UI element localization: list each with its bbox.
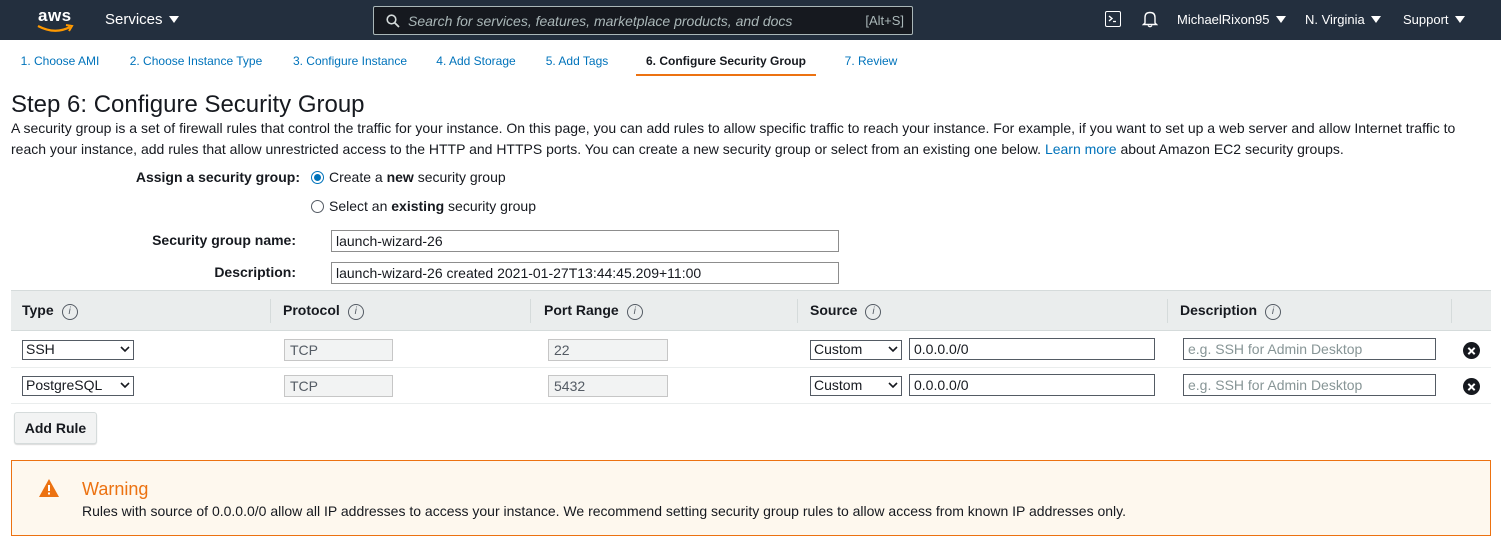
- chevron-down-icon: [120, 346, 130, 353]
- bell-icon[interactable]: [1142, 10, 1158, 28]
- type-select[interactable]: PostgreSQL: [22, 376, 134, 396]
- source-cidr-input[interactable]: [909, 338, 1155, 360]
- info-icon[interactable]: i: [61, 304, 78, 320]
- caret-down-icon: [168, 16, 179, 23]
- top-nav-bar: aws Services [Alt+S] MichaelRixon95 N. V…: [0, 0, 1501, 40]
- warning-alert: Warning Rules with source of 0.0.0.0/0 a…: [11, 460, 1491, 536]
- support-label: Support: [1403, 12, 1449, 27]
- header-divider[interactable]: [530, 299, 531, 323]
- header-description: Description i: [1180, 302, 1282, 320]
- source-cidr-input[interactable]: [909, 374, 1155, 396]
- header-protocol: Protocol i: [283, 302, 364, 320]
- radio-text-bold: new: [386, 169, 414, 185]
- delete-rule-icon[interactable]: [1463, 378, 1480, 395]
- description-label: Description:: [214, 264, 296, 280]
- global-search[interactable]: [Alt+S]: [373, 6, 913, 35]
- header-divider[interactable]: [797, 299, 798, 323]
- header-port-range-label: Port Range: [544, 302, 619, 318]
- header-divider[interactable]: [270, 299, 271, 323]
- chevron-down-icon: [888, 346, 898, 353]
- username-label: MichaelRixon95: [1177, 12, 1270, 27]
- header-description-label: Description: [1180, 302, 1258, 318]
- assign-label: Assign a security group:: [135, 169, 300, 185]
- source-type-value: Custom: [814, 377, 863, 393]
- search-icon: [386, 14, 400, 28]
- source-type-value: Custom: [814, 341, 863, 357]
- warning-icon: [39, 479, 59, 497]
- info-icon[interactable]: i: [1265, 304, 1282, 320]
- rules-table-header: Type i Protocol i Port Range i Source i Desc…: [11, 290, 1491, 331]
- radio-text-post: security group: [413, 169, 506, 185]
- rule-description-input[interactable]: [1183, 374, 1436, 396]
- header-source-label: Source: [810, 302, 858, 318]
- protocol-field: TCP: [284, 339, 393, 361]
- header-port-range: Port Range i: [544, 302, 643, 320]
- tab-configure-instance[interactable]: 3. Configure Instance: [283, 44, 417, 76]
- radio-text-pre: Select an: [329, 198, 392, 214]
- chevron-down-icon: [888, 382, 898, 389]
- search-input[interactable]: [408, 10, 848, 31]
- type-select-value: PostgreSQL: [26, 377, 103, 393]
- tab-configure-security-group[interactable]: 6. Configure Security Group: [636, 44, 816, 76]
- radio-create-new[interactable]: Create a new security group: [311, 169, 506, 185]
- warning-text: Rules with source of 0.0.0.0/0 allow all…: [82, 503, 1127, 519]
- rule-description-input[interactable]: [1183, 338, 1436, 360]
- type-select-value: SSH: [26, 341, 55, 357]
- header-type-label: Type: [22, 302, 54, 318]
- description-input[interactable]: [331, 262, 839, 284]
- tab-review[interactable]: 7. Review: [826, 44, 916, 76]
- header-divider[interactable]: [1451, 299, 1452, 323]
- learn-more-link[interactable]: Learn more: [1045, 141, 1117, 157]
- region-label: N. Virginia: [1305, 12, 1365, 27]
- caret-down-icon: [1275, 16, 1286, 23]
- header-protocol-label: Protocol: [283, 302, 340, 318]
- header-divider[interactable]: [1167, 299, 1168, 323]
- services-label: Services: [105, 11, 163, 28]
- type-select[interactable]: SSH: [22, 340, 134, 360]
- account-menu[interactable]: MichaelRixon95: [1177, 12, 1286, 27]
- info-icon[interactable]: i: [347, 304, 364, 320]
- search-shortcut-hint: [Alt+S]: [865, 13, 904, 28]
- source-type-select[interactable]: Custom: [810, 376, 902, 396]
- security-group-name-label: Security group name:: [152, 232, 296, 248]
- header-type: Type i: [22, 302, 78, 320]
- port-range-field: 22: [548, 339, 668, 361]
- chevron-down-icon: [120, 382, 130, 389]
- page-title: Step 6: Configure Security Group: [11, 91, 365, 118]
- source-type-select[interactable]: Custom: [810, 340, 902, 360]
- delete-rule-icon[interactable]: [1463, 342, 1480, 359]
- aws-smile-icon: [37, 24, 74, 32]
- tab-add-storage[interactable]: 4. Add Storage: [428, 44, 524, 76]
- protocol-field: TCP: [284, 375, 393, 397]
- add-rule-button[interactable]: Add Rule: [14, 412, 97, 444]
- radio-text-bold: existing: [391, 198, 445, 214]
- warning-title: Warning: [82, 479, 149, 499]
- info-icon[interactable]: i: [626, 304, 643, 320]
- aws-logo-text: aws: [38, 6, 72, 25]
- services-menu[interactable]: Services: [105, 11, 179, 28]
- radio-text-post: security group: [444, 198, 536, 214]
- radio-unselected-icon[interactable]: [311, 200, 324, 213]
- cloudshell-icon[interactable]: [1105, 11, 1121, 27]
- port-range-field: 5432: [548, 375, 668, 397]
- caret-down-icon: [1454, 16, 1465, 23]
- tab-add-tags[interactable]: 5. Add Tags: [537, 44, 617, 76]
- intro-paragraph: A security group is a set of firewall ru…: [11, 118, 1491, 160]
- table-row: SSH TCP 22 Custom: [11, 332, 1491, 368]
- intro-suffix: about Amazon EC2 security groups.: [1120, 141, 1344, 157]
- radio-text-pre: Create a: [329, 169, 387, 185]
- info-icon[interactable]: i: [865, 304, 882, 320]
- security-group-name-input[interactable]: [331, 230, 839, 252]
- caret-down-icon: [1370, 16, 1381, 23]
- table-row: PostgreSQL TCP 5432 Custom: [11, 368, 1491, 404]
- header-source: Source i: [810, 302, 882, 320]
- region-menu[interactable]: N. Virginia: [1305, 12, 1381, 27]
- aws-logo[interactable]: aws: [36, 6, 76, 34]
- radio-select-existing[interactable]: Select an existing security group: [311, 198, 536, 214]
- support-menu[interactable]: Support: [1403, 12, 1465, 27]
- radio-selected-icon[interactable]: [311, 171, 324, 184]
- tab-choose-ami[interactable]: 1. Choose AMI: [10, 44, 110, 76]
- tab-choose-instance-type[interactable]: 2. Choose Instance Type: [121, 44, 271, 76]
